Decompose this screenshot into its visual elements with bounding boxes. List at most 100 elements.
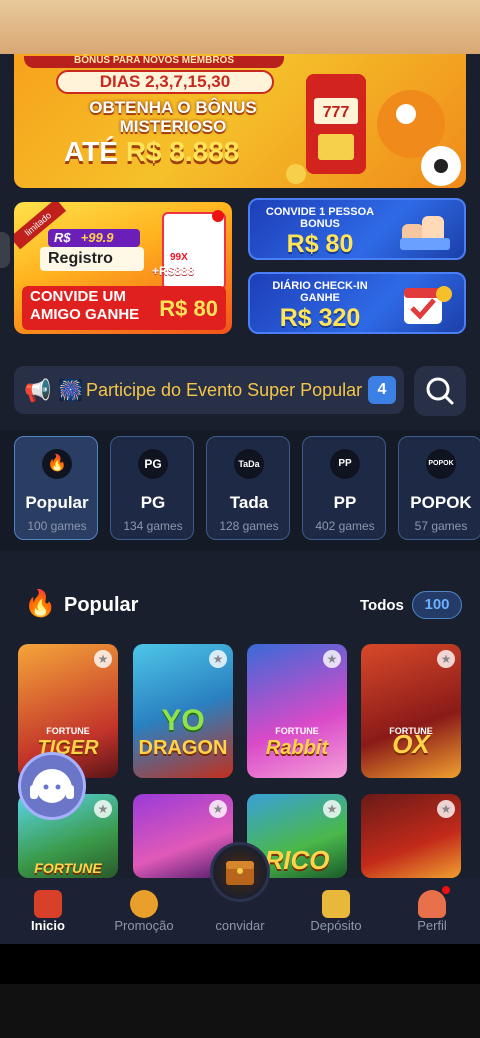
game-name: FORTUNE	[34, 860, 102, 876]
todos-link[interactable]: Todos	[360, 597, 404, 614]
category-count: 100 games	[27, 519, 87, 533]
invite-promo-card[interactable]: CONVIDE 1 PESSOA BONUS R$ 80	[248, 198, 466, 260]
game-subtitle: YO	[161, 704, 205, 737]
svg-text:777: 777	[323, 104, 350, 121]
checkin-card-amount: R$ 320	[279, 304, 361, 332]
category-popok[interactable]: POPOK POPOK 57 games	[398, 436, 480, 540]
main-promo-banner[interactable]: BÔNUS PARA NOVOS MEMBROS DIAS 2,3,7,15,3…	[14, 54, 466, 188]
game-card-fortune-rabbit[interactable]: ★ FORTUNE Rabbit	[247, 644, 347, 778]
phone-tag: 99X	[170, 252, 188, 263]
search-button[interactable]	[414, 366, 466, 416]
marquee-badge[interactable]: 4	[368, 376, 396, 404]
game-card-8[interactable]: ★	[361, 794, 461, 878]
megaphone-icon: 📢	[24, 378, 52, 403]
game-subtitle: FORTUNE	[46, 726, 90, 736]
nav-label: Inicio	[31, 918, 65, 933]
popular-section-header: 🔥 Popular Todos 100	[0, 580, 480, 630]
nav-perfil[interactable]: Perfil	[384, 878, 480, 944]
category-name: POPOK	[410, 493, 472, 512]
favorite-star-icon[interactable]: ★	[323, 800, 341, 818]
checkin-card-title: DIÁRIO CHECK-IN GANHE	[258, 280, 382, 304]
favorite-star-icon[interactable]: ★	[437, 650, 455, 668]
register-bonus-tag: R$ +99.9	[48, 229, 140, 247]
flame-icon: 🔥	[42, 449, 72, 479]
favorite-star-icon[interactable]: ★	[209, 650, 227, 668]
category-popular[interactable]: 🔥 Popular 100 games	[14, 436, 98, 540]
slot-machine-tiger-art: 777	[286, 74, 461, 186]
invite-friend-strip: CONVIDE UM AMIGO GANHE R$ 80	[22, 286, 226, 330]
game-name: DRAGON	[138, 737, 228, 759]
provider-category-bar: 🔥 Popular 100 games PG PG 134 games TaDa…	[0, 430, 480, 550]
notification-dot	[442, 886, 450, 894]
nav-label: Perfil	[417, 918, 447, 933]
invite-card-amount: R$ 80	[286, 230, 354, 258]
register-label: Registro	[40, 247, 144, 271]
favorite-star-icon[interactable]: ★	[94, 800, 112, 818]
side-drawer-handle[interactable]	[0, 232, 10, 268]
category-name: PP	[333, 493, 357, 512]
register-bonus-currency: R$	[54, 230, 71, 245]
favorite-star-icon[interactable]: ★	[94, 650, 112, 668]
game-subtitle: FORTUNE	[275, 726, 319, 736]
banner-top-strip: BÔNUS PARA NOVOS MEMBROS	[24, 56, 284, 68]
calendar-icon	[404, 286, 452, 324]
section-title: Popular	[64, 594, 139, 616]
pg-logo-icon: PG	[138, 449, 168, 479]
banner-line2: MISTERIOSO	[119, 117, 227, 136]
favorite-star-icon[interactable]: ★	[437, 800, 455, 818]
invite-line2: AMIGO GANHE	[30, 306, 140, 323]
invite-card-title-l2: BONUS	[300, 218, 340, 230]
nav-label: Promoção	[114, 918, 174, 933]
checkin-card-title-l1: DIÁRIO CHECK-IN	[272, 280, 368, 292]
notification-dot	[212, 210, 224, 222]
support-chat-button[interactable]	[18, 752, 86, 820]
checkin-promo-card[interactable]: DIÁRIO CHECK-IN GANHE R$ 320	[248, 272, 466, 334]
game-name: Rabbit	[265, 737, 329, 759]
top-bar	[0, 0, 480, 54]
flame-icon: 🔥	[24, 588, 57, 618]
category-count: 57 games	[414, 519, 468, 533]
nav-deposito[interactable]: Depósito	[288, 878, 384, 944]
category-name: Popular	[25, 493, 89, 512]
favorite-star-icon[interactable]: ★	[323, 650, 341, 668]
treasure-chest-button[interactable]	[210, 842, 270, 902]
game-card-fortune-ox[interactable]: ★ FORTUNE OX	[361, 644, 461, 778]
banner-days: DIAS 2,3,7,15,30	[56, 70, 274, 94]
black-bar	[0, 944, 480, 984]
checkin-card-title-l2: GANHE	[300, 292, 340, 304]
wallet-icon	[322, 890, 350, 918]
invite-card-title-l1: CONVIDE 1 PESSOA	[265, 206, 375, 218]
category-pg[interactable]: PG PG 134 games	[110, 436, 194, 540]
medal-icon	[130, 890, 158, 918]
register-bonus-888: +R$888	[152, 264, 195, 278]
category-count: 128 games	[219, 519, 279, 533]
category-name: Tada	[229, 493, 269, 512]
event-marquee[interactable]: 📢 🎆 Participe do Evento Super Popular 4	[14, 366, 404, 414]
game-name: OX	[392, 729, 430, 759]
banner-subtitle: OBTENHA O BÔNUS MISTERIOSO	[44, 98, 302, 136]
invite-amount: R$ 80	[159, 296, 218, 321]
category-count: 134 games	[123, 519, 183, 533]
invite-line1: CONVIDE UM	[30, 288, 126, 305]
category-count: 402 games	[315, 519, 375, 533]
category-tada[interactable]: TaDa Tada 128 games	[206, 436, 290, 540]
banner-ate-amount: R$ 8.888	[125, 136, 240, 167]
search-icon	[426, 377, 454, 405]
category-pp[interactable]: PP PP 402 games	[302, 436, 386, 540]
favorite-star-icon[interactable]: ★	[209, 800, 227, 818]
headset-icon	[30, 769, 74, 803]
category-name: PG	[140, 493, 166, 512]
handshake-icon	[400, 216, 450, 250]
treasure-chest-icon	[226, 861, 254, 885]
slot-machine-icon	[34, 890, 62, 918]
nav-inicio[interactable]: Inicio	[0, 878, 96, 944]
section-count-badge[interactable]: 100	[412, 591, 462, 619]
banner-amount: ATÉ R$ 8.888	[64, 136, 239, 168]
game-card-yo-dragon[interactable]: ★ YO DRAGON	[133, 644, 233, 778]
nav-label: Depósito	[310, 918, 362, 933]
register-promo-card[interactable]: limitado R$ +99.9 Registro 99X +R$888 CON…	[14, 202, 232, 334]
phone-illustration: 99X	[162, 212, 226, 290]
fireworks-icon: 🎆	[58, 380, 83, 402]
nav-label: convidar	[215, 918, 265, 933]
nav-promocao[interactable]: Promoção	[96, 878, 192, 944]
